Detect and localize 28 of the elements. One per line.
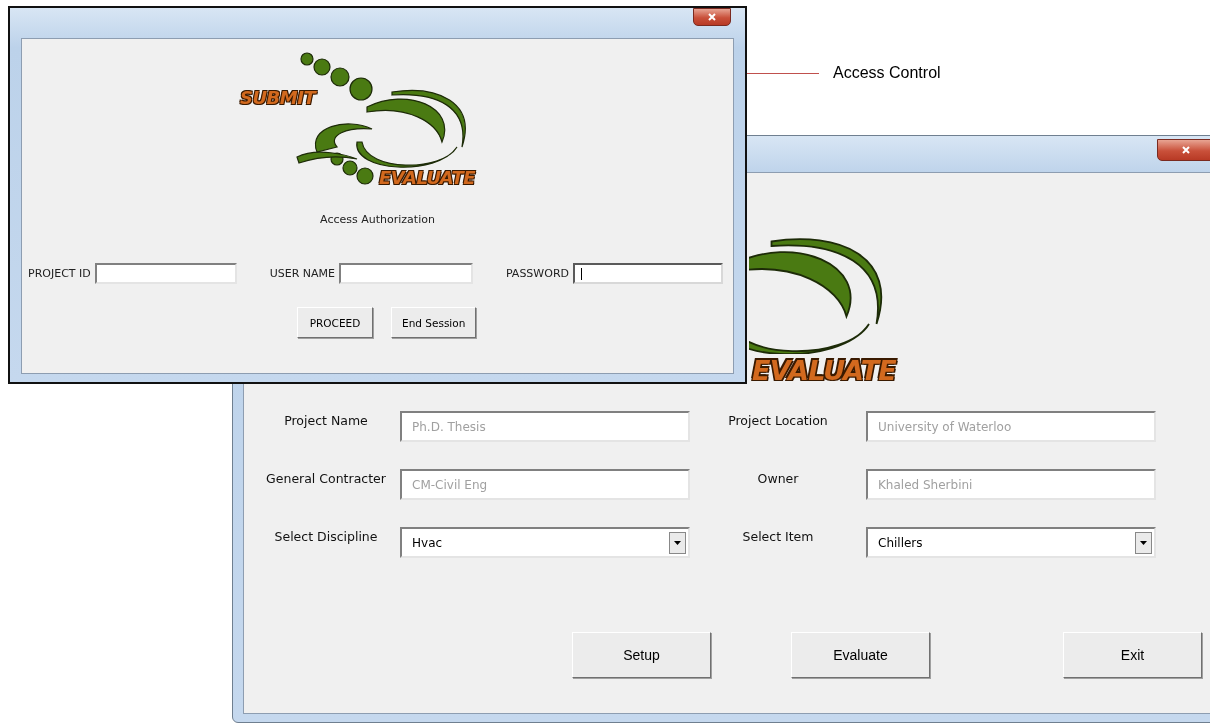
logo-text: EVALUATE [379,169,475,187]
field-label: Project Name [283,412,369,428]
dropdown[interactable]: Hvac [400,527,690,558]
logo-text: SUBMIT [240,89,316,107]
close-icon [1181,145,1191,155]
close-icon [707,12,717,22]
action-button[interactable]: End Session [391,307,477,338]
input-field[interactable] [94,263,237,284]
logo-text: EVALUATE [752,357,896,384]
field-label: Select Discipline [273,528,379,544]
dropdown[interactable]: Chillers [866,527,1156,558]
input-field[interactable] [573,263,723,284]
field-label: PROJECT ID [28,267,91,280]
field-label: Project Location [727,412,829,428]
heading: Access Authorization [319,213,436,226]
action-button[interactable]: Exit [1063,632,1202,678]
field-label: USER NAME [269,267,335,280]
action-button[interactable]: PROCEED [297,307,373,338]
annotation-label: Access Control [833,64,941,82]
field-label: Select Item [741,528,815,544]
close-button[interactable] [693,8,731,26]
field-label: PASSWORD [505,267,569,280]
action-button[interactable]: Setup [572,632,711,678]
close-button[interactable] [1157,139,1210,161]
field-label: General Contracter [265,470,387,486]
field-label: Owner [756,470,800,486]
action-button[interactable]: Evaluate [791,632,930,678]
input-field[interactable] [339,263,473,284]
